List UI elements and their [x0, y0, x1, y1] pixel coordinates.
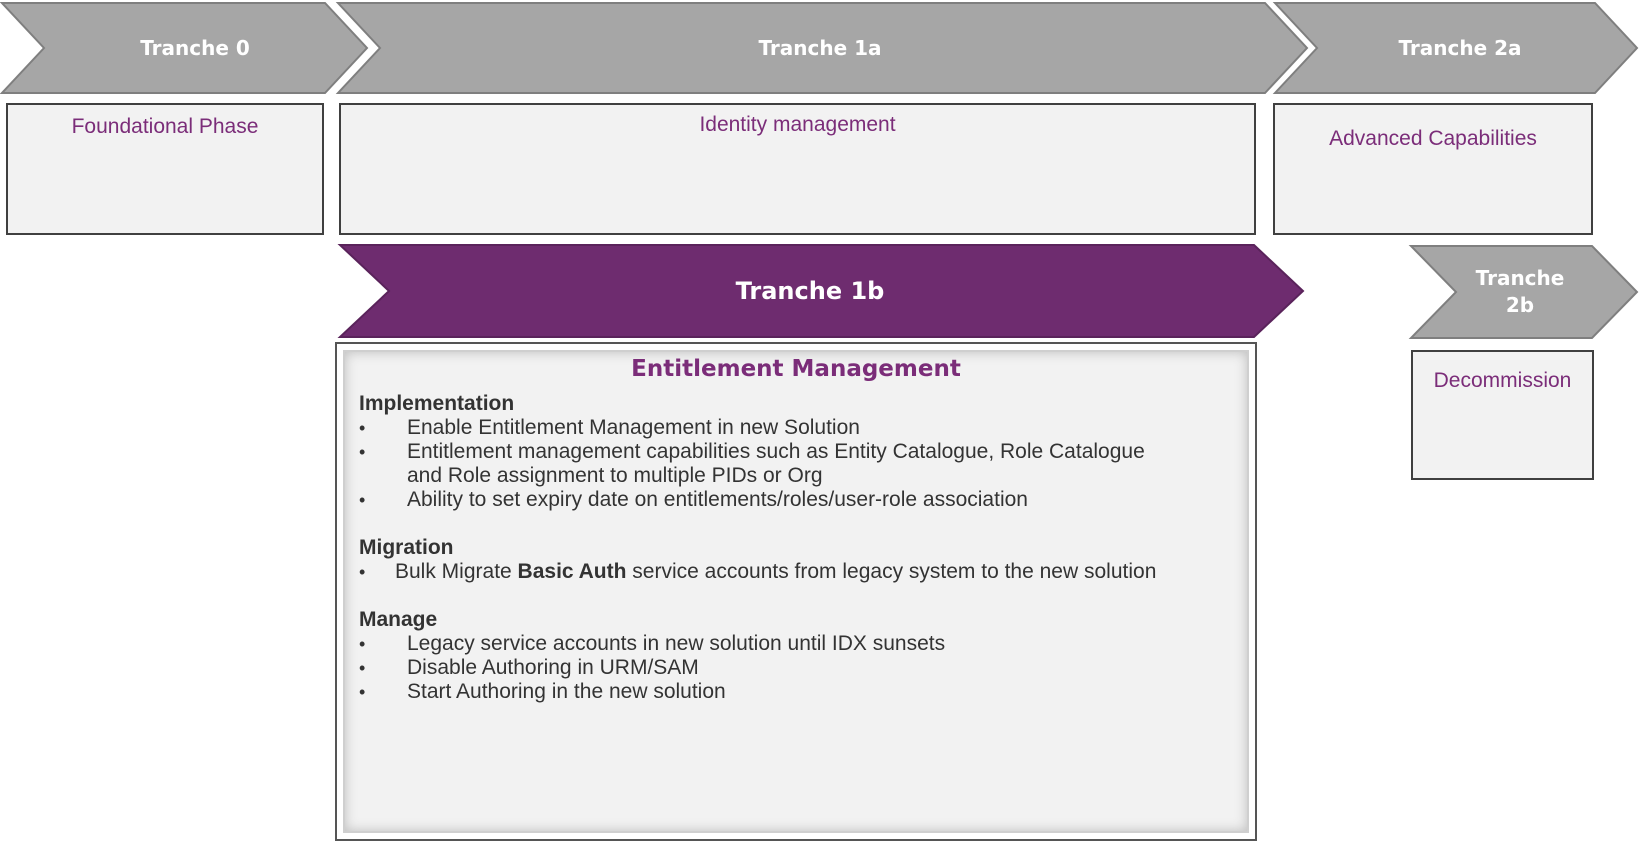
list-item: Ability to set expiry date on entitlemen…: [359, 488, 1235, 512]
phase-box-advanced: Advanced Capabilities: [1273, 103, 1593, 235]
entitlement-content: Implementation Enable Entitlement Manage…: [359, 392, 1235, 728]
tranche-2b-label: Tranche 2b: [1450, 254, 1590, 330]
migration-list: Bulk Migrate Basic Auth service accounts…: [359, 560, 1235, 584]
migration-text-prefix: Bulk Migrate: [395, 560, 518, 583]
phase-box-foundational: Foundational Phase: [6, 103, 324, 235]
phase-box-decommission: Decommission: [1411, 350, 1594, 480]
tranche-1b-label: Tranche 1b: [735, 277, 885, 305]
tranche-0-label: Tranche 0: [140, 36, 250, 60]
list-item: Legacy service accounts in new solution …: [359, 632, 1235, 656]
list-item: Start Authoring in the new solution: [359, 680, 1235, 704]
implementation-list: Enable Entitlement Management in new Sol…: [359, 416, 1235, 512]
migration-text-bold: Basic Auth: [517, 560, 627, 583]
phase-title-advanced: Advanced Capabilities: [1329, 127, 1537, 150]
manage-heading: Manage: [359, 608, 438, 631]
migration-text-suffix: service accounts from legacy system to t…: [626, 560, 1157, 583]
tranche-2b-label-line1: Tranche: [1475, 266, 1565, 290]
list-item: Enable Entitlement Management in new Sol…: [359, 416, 1235, 440]
manage-section: Manage Legacy service accounts in new so…: [359, 608, 1235, 704]
list-item: Bulk Migrate Basic Auth service accounts…: [359, 560, 1185, 584]
phase-box-identity: Identity management: [339, 103, 1256, 235]
implementation-section: Implementation Enable Entitlement Manage…: [359, 392, 1235, 512]
tranche-2b-label-line2: 2b: [1505, 293, 1535, 317]
entitlement-title: Entitlement Management: [631, 356, 961, 382]
tranche-2a-label: Tranche 2a: [1398, 36, 1522, 60]
tranche-1a-label: Tranche 1a: [758, 36, 882, 60]
phase-title-foundational: Foundational Phase: [71, 115, 259, 138]
phase-title-decommission: Decommission: [1433, 369, 1572, 392]
manage-list: Legacy service accounts in new solution …: [359, 632, 1235, 704]
phase-title-identity: Identity management: [699, 113, 896, 136]
migration-heading: Migration: [359, 536, 454, 559]
implementation-heading: Implementation: [359, 392, 515, 415]
entitlement-management-box: Entitlement Management Implementation En…: [335, 342, 1257, 841]
migration-section: Migration Bulk Migrate Basic Auth servic…: [359, 536, 1235, 584]
list-item: Entitlement management capabilities such…: [359, 440, 1147, 488]
list-item: Disable Authoring in URM/SAM: [359, 656, 1235, 680]
